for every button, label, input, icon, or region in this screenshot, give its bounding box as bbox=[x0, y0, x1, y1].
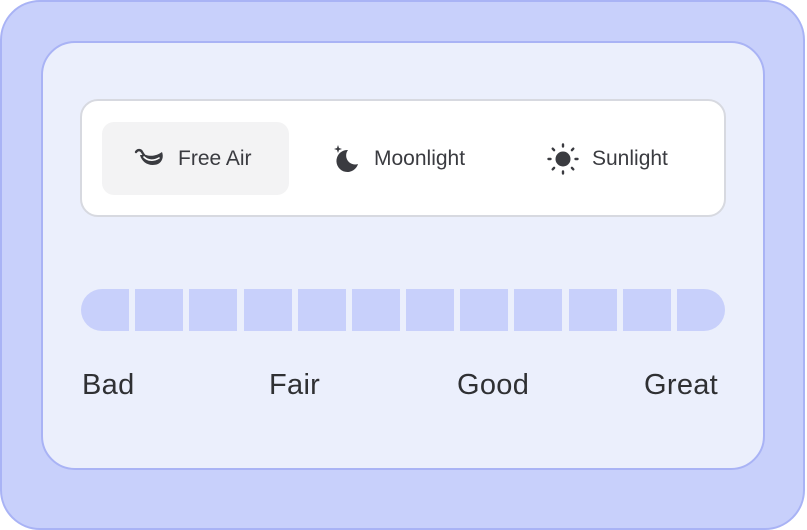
meter-label-bad: Bad bbox=[82, 369, 135, 401]
meter-label-fair: Fair bbox=[269, 369, 321, 401]
meter-label-great: Great bbox=[644, 369, 719, 401]
sun-icon bbox=[546, 142, 580, 176]
meter-segment[interactable] bbox=[676, 289, 725, 331]
quality-meter[interactable] bbox=[81, 289, 725, 331]
moon-icon bbox=[328, 142, 362, 176]
meter-segment[interactable] bbox=[297, 289, 346, 331]
tab-moonlight-label: Moonlight bbox=[374, 146, 466, 170]
meter-segment[interactable] bbox=[622, 289, 671, 331]
meter-segment[interactable] bbox=[514, 289, 563, 331]
tab-sunlight[interactable]: Sunlight bbox=[538, 122, 698, 195]
meter-segment[interactable] bbox=[189, 289, 238, 331]
meter-segment[interactable] bbox=[243, 289, 292, 331]
meter-segment[interactable] bbox=[351, 289, 400, 331]
leaf-icon bbox=[132, 142, 166, 176]
tab-sunlight-label: Sunlight bbox=[592, 146, 668, 170]
meter-segment[interactable] bbox=[81, 289, 130, 331]
meter-label-good: Good bbox=[457, 369, 530, 401]
meter-segment[interactable] bbox=[406, 289, 455, 331]
meter-segment[interactable] bbox=[460, 289, 509, 331]
tab-moonlight[interactable]: Moonlight bbox=[320, 122, 500, 195]
meter-segment[interactable] bbox=[568, 289, 617, 331]
meter-segment[interactable] bbox=[135, 289, 184, 331]
tab-free-air[interactable]: Free Air bbox=[102, 122, 289, 195]
tab-free-air-label: Free Air bbox=[178, 146, 252, 170]
